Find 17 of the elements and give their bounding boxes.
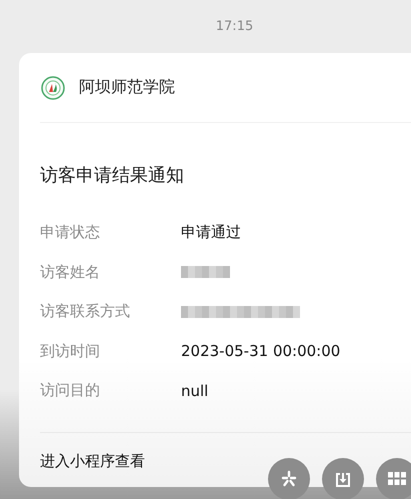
field-value: null xyxy=(181,382,208,400)
field-value: 2023-05-31 00:00:00 xyxy=(181,342,340,360)
open-mini-program-link[interactable]: 进入小程序查看 xyxy=(40,452,145,470)
field-value: 申请通过 xyxy=(181,223,241,242)
download-icon xyxy=(334,470,352,488)
apps-grid-button[interactable] xyxy=(376,458,411,499)
sparkle-icon xyxy=(280,470,298,488)
notice-title: 访客申请结果通知 xyxy=(40,164,185,188)
sender-name: 阿坝师范学院 xyxy=(79,77,175,98)
field-label: 访客姓名 xyxy=(40,262,101,282)
field-label: 访客联系方式 xyxy=(40,302,131,322)
field-label: 到访时间 xyxy=(40,342,101,361)
field-label: 申请状态 xyxy=(40,223,101,242)
grid-icon xyxy=(388,472,406,486)
status-time: 17:15 xyxy=(214,18,254,34)
logo-icon xyxy=(41,76,65,100)
field-label: 访问目的 xyxy=(40,381,101,400)
